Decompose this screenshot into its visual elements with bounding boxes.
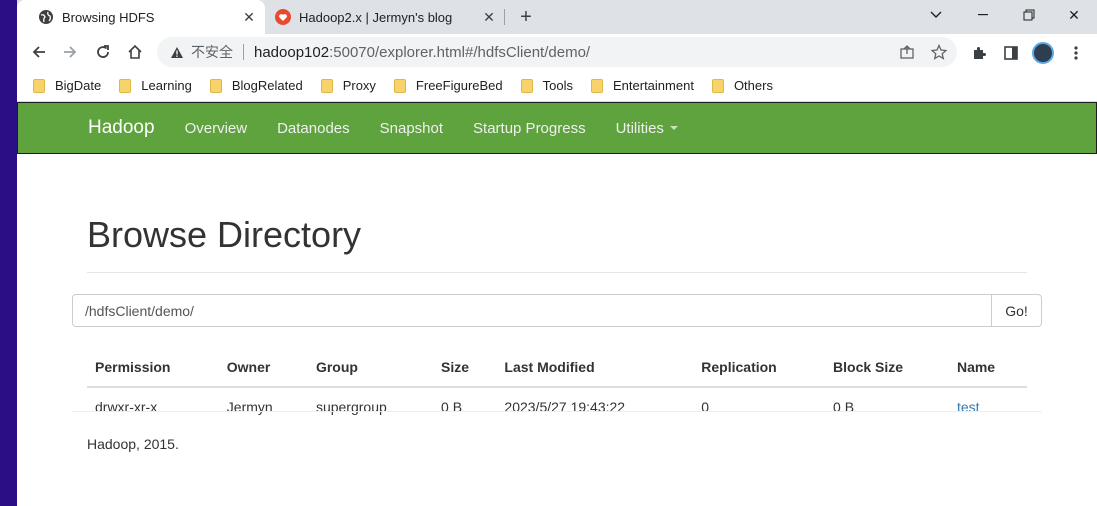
page-title: Browse Directory xyxy=(87,214,362,255)
back-arrow-icon[interactable] xyxy=(27,40,51,64)
hadoop-navbar: Hadoop Overview Datanodes Snapshot Start… xyxy=(17,102,1097,154)
bookmark-label: Proxy xyxy=(342,78,376,93)
side-panel-icon[interactable] xyxy=(1000,42,1022,64)
bookmark-label: BlogRelated xyxy=(231,78,303,93)
more-menu-icon[interactable] xyxy=(1065,42,1087,64)
security-label[interactable]: 不安全 xyxy=(191,42,233,62)
bookmark-star-icon[interactable] xyxy=(929,42,949,62)
extensions-puzzle-icon[interactable] xyxy=(968,42,990,64)
col-owner[interactable]: Owner xyxy=(218,347,308,388)
cell-name-link[interactable]: test xyxy=(949,387,1027,426)
nav-snapshot[interactable]: Snapshot xyxy=(380,120,443,137)
browser-toolbar: 不安全 hadoop102 :50070/explorer.html#/hdfs… xyxy=(17,34,1097,70)
cell-last-modified: 2023/5/27 19:43:22 xyxy=(504,399,626,415)
nav-datanodes[interactable]: Datanodes xyxy=(277,120,350,137)
bookmark-label: BigDate xyxy=(55,78,102,93)
cell-replication: 0 xyxy=(701,399,710,415)
go-button[interactable]: Go! xyxy=(992,294,1042,327)
folder-icon xyxy=(33,78,45,93)
nav-utilities-label: Utilities xyxy=(615,119,664,137)
cell-owner: Jermyn xyxy=(226,399,273,415)
bookmark-label: Learning xyxy=(141,78,192,93)
bookmark-label: Entertainment xyxy=(613,78,694,93)
directory-path-input[interactable]: /hdfsClient/demo/ xyxy=(72,294,992,327)
bookmark-folder-others[interactable]: Others xyxy=(711,78,773,93)
col-replication[interactable]: Replication xyxy=(693,347,826,388)
close-window-icon[interactable]: ✕ xyxy=(1051,0,1097,30)
close-tab-icon[interactable]: ✕ xyxy=(241,9,257,25)
new-tab-icon[interactable]: + xyxy=(515,6,537,28)
folder-icon xyxy=(520,78,533,93)
tab-title: Browsing HDFS xyxy=(62,9,155,25)
minimize-icon[interactable] xyxy=(960,0,1006,30)
bookmark-folder-blogrelated[interactable]: BlogRelated xyxy=(209,78,303,93)
folder-icon xyxy=(393,78,406,93)
tab-separator xyxy=(504,9,505,25)
col-group[interactable]: Group xyxy=(307,347,434,388)
profile-avatar-icon[interactable] xyxy=(1032,42,1054,64)
forward-arrow-icon[interactable] xyxy=(58,40,82,64)
bookmark-folder-entertainment[interactable]: Entertainment xyxy=(591,78,694,93)
tab-jermyn-blog[interactable]: Hadoop2.x | Jermyn's blog ✕ xyxy=(265,0,505,34)
page-footer: Hadoop, 2015. xyxy=(87,436,179,452)
browser-window: Browsing HDFS ✕ Hadoop2.x | Jermyn's blo… xyxy=(17,0,1097,506)
tab-strip: Browsing HDFS ✕ Hadoop2.x | Jermyn's blo… xyxy=(17,0,1097,34)
close-tab-icon[interactable]: ✕ xyxy=(481,9,497,25)
path-input-group: /hdfsClient/demo/ Go! xyxy=(72,294,1042,327)
url-path: :50070/explorer.html#/hdfsClient/demo/ xyxy=(329,43,591,61)
table-row: drwxr-xr-x Jermyn supergroup 0 B 2023/5/… xyxy=(87,387,1027,426)
bookmark-label: FreeFigureBed xyxy=(415,78,503,93)
footer-divider xyxy=(72,411,1042,412)
address-bar[interactable]: 不安全 hadoop102 :50070/explorer.html#/hdfs… xyxy=(157,37,957,67)
folder-icon xyxy=(711,78,724,93)
globe-icon xyxy=(38,9,54,25)
navbar-brand[interactable]: Hadoop xyxy=(88,117,155,139)
bookmark-folder-freefigurebed[interactable]: FreeFigureBed xyxy=(393,78,503,93)
title-divider xyxy=(87,272,1027,273)
caret-down-icon xyxy=(669,126,678,130)
col-size[interactable]: Size xyxy=(433,347,497,388)
col-name[interactable]: Name xyxy=(948,347,1027,388)
tab-title: Hadoop2.x | Jermyn's blog xyxy=(299,9,453,25)
nav-utilities-dropdown[interactable]: Utilities xyxy=(616,120,678,137)
col-block-size[interactable]: Block Size xyxy=(825,347,949,388)
page-viewport: Hadoop Overview Datanodes Snapshot Start… xyxy=(17,102,1097,506)
nav-overview[interactable]: Overview xyxy=(185,120,248,137)
nav-startup-progress[interactable]: Startup Progress xyxy=(473,120,586,137)
address-bar-actions xyxy=(897,42,949,62)
bookmark-label: Others xyxy=(733,78,773,93)
folder-icon xyxy=(320,78,333,93)
restore-icon[interactable] xyxy=(1006,0,1052,30)
tab-browsing-hdfs[interactable]: Browsing HDFS ✕ xyxy=(17,0,265,34)
warning-icon[interactable] xyxy=(169,44,185,60)
reload-icon[interactable] xyxy=(91,40,115,64)
url-host: hadoop102 xyxy=(254,43,330,61)
home-icon[interactable] xyxy=(123,40,147,64)
folder-icon xyxy=(209,78,222,93)
address-divider xyxy=(243,44,244,60)
directory-table: Permission Owner Group Size Last Modifie… xyxy=(87,347,1027,426)
heart-icon xyxy=(275,9,291,25)
bookmark-folder-bigdate[interactable]: BigDate xyxy=(33,78,101,93)
col-permission[interactable]: Permission xyxy=(87,347,219,388)
col-last-modified[interactable]: Last Modified xyxy=(496,347,694,388)
desktop-background xyxy=(0,0,17,506)
bookmark-folder-proxy[interactable]: Proxy xyxy=(320,78,376,93)
cell-block-size: 0 B xyxy=(833,399,855,415)
cell-size: 0 B xyxy=(441,399,463,415)
cell-group: supergroup xyxy=(315,399,387,415)
bookmark-folder-learning[interactable]: Learning xyxy=(119,78,192,93)
share-icon[interactable] xyxy=(897,42,917,62)
folder-icon xyxy=(119,78,132,93)
bookmark-label: Tools xyxy=(542,78,573,93)
folder-icon xyxy=(591,78,603,93)
tab-search-icon[interactable] xyxy=(913,0,959,30)
table-header-row: Permission Owner Group Size Last Modifie… xyxy=(87,347,1027,388)
cell-permission: drwxr-xr-x xyxy=(95,399,158,415)
bookmark-folder-tools[interactable]: Tools xyxy=(520,78,573,93)
bookmarks-bar: BigDate Learning BlogRelated Proxy FreeF… xyxy=(17,70,1097,102)
